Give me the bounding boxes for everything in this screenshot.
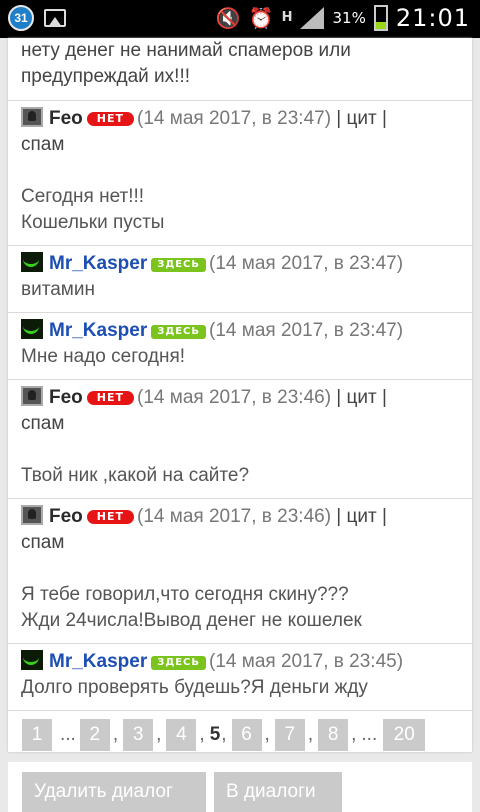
username[interactable]: Feo [49,387,83,408]
to-dialogs-button[interactable]: В диалоги [214,772,342,812]
pagination-separator: , [112,724,119,745]
page-link[interactable]: 6 [231,719,262,751]
message-item: Mr_Kasper ЗДЕСЬ (14 мая 2017, в 23:45) Дол… [8,644,472,711]
pagination-separator: , [199,724,205,745]
message-timestamp: (14 мая 2017, в 23:47) [209,253,404,274]
pagination-ellipsis: ... [60,724,76,745]
dialog-content: нету денег не нанимай спамеров или преду… [8,38,472,752]
message-timestamp: (14 мая 2017, в 23:46) [137,506,332,527]
previous-message-fragment: нету денег не нанимай спамеров или преду… [8,38,472,101]
image-notification-icon [44,9,66,27]
pagination-separator: , [351,724,357,745]
battery-percent: 31% [332,9,366,27]
signal-icon [300,7,325,29]
clock: 21:01 [395,4,470,32]
hspa-indicator: H [281,10,293,25]
mute-icon: 🔇 [215,6,241,30]
message-text-line: предупреждай их!!! [21,66,191,87]
status-badge-offline: НЕТ [86,391,135,405]
pagination-separator: , [221,724,227,745]
message-text-line: Мне надо сегодня! [21,346,186,367]
message-text-line: Жди 24числа!Вывод денег не кошелек [21,610,362,631]
status-badge-online: ЗДЕСЬ [151,325,207,339]
battery-icon [373,5,388,31]
status-badge-online: ЗДЕСЬ [151,656,207,670]
status-badge-offline: НЕТ [86,112,135,126]
spam-link[interactable]: спам [21,411,459,437]
message-timestamp: (14 мая 2017, в 23:47) [137,108,332,129]
page-link[interactable]: 8 [318,719,349,751]
username[interactable]: Mr_Kasper [49,253,147,274]
message-text-line: Сегодня нет!!! [21,186,145,207]
message-item: Mr_Kasper ЗДЕСЬ (14 мая 2017, в 23:47) Мне… [8,313,472,380]
message-timestamp: (14 мая 2017, в 23:45) [209,651,404,672]
message-item: Mr_Kasper ЗДЕСЬ (14 мая 2017, в 23:47) вит… [8,246,472,313]
username[interactable]: Mr_Kasper [49,651,147,672]
page-link-first[interactable]: 1 [22,719,52,751]
message-text-line: нету денег не нанимай спамеров или [21,40,351,61]
avatar[interactable] [21,650,43,670]
pagination: 1 ... 2, 3, 4, 5, 6, 7, 8, ... 20 [8,711,472,751]
status-badge-online: ЗДЕСЬ [151,258,207,272]
message-timestamp: (14 мая 2017, в 23:46) [137,387,332,408]
spam-link[interactable]: спам [21,132,459,158]
calendar-notification-icon: 31 [8,5,34,31]
spam-link[interactable]: спам [21,530,459,556]
avatar[interactable] [21,107,43,127]
pagination-separator: , [156,724,162,745]
message-text-line: Я тебе говорил,что сегодня скину??? [21,584,349,605]
username[interactable]: Feo [49,506,83,527]
username[interactable]: Mr_Kasper [49,320,147,341]
current-page: 5 [209,724,221,745]
status-bar: 31 🔇 ⏰ H 31% 21:01 [0,0,480,38]
dialog-actions: Удалить диалог В диалоги [8,762,472,812]
quote-link[interactable]: | цит | [331,108,387,129]
username[interactable]: Feo [49,108,83,129]
status-badge-offline: НЕТ [86,510,135,524]
message-timestamp: (14 мая 2017, в 23:47) [209,320,404,341]
alarm-icon: ⏰ [248,6,274,30]
avatar[interactable] [21,505,43,525]
avatar[interactable] [21,319,43,339]
message-item: Feo НЕТ (14 мая 2017, в 23:47) | цит | спа… [8,101,472,246]
avatar[interactable] [21,386,43,406]
page-link[interactable]: 4 [166,719,197,751]
quote-link[interactable]: | цит | [331,506,387,527]
message-item: Feo НЕТ (14 мая 2017, в 23:46) | цит | спа… [8,380,472,499]
message-item: Feo НЕТ (14 мая 2017, в 23:46) | цит | спа… [8,499,472,644]
message-text-line: витамин [21,279,95,300]
message-text-line: Долго проверять будешь?Я деньги жду [21,677,368,698]
quote-link[interactable]: | цит | [331,387,387,408]
pagination-separator: , [264,724,270,745]
message-text-line: Кошельки пусты [21,212,165,233]
page-link[interactable]: 3 [123,719,154,751]
page-link[interactable]: 2 [79,719,110,751]
page-link-last[interactable]: 20 [383,719,426,751]
avatar[interactable] [21,252,43,272]
message-text-line: Твой ник ,какой на сайте? [21,465,250,486]
page-link[interactable]: 7 [274,719,305,751]
delete-dialog-button[interactable]: Удалить диалог [22,772,206,812]
pagination-separator: , [307,724,314,745]
pagination-ellipsis: ... [361,724,378,745]
